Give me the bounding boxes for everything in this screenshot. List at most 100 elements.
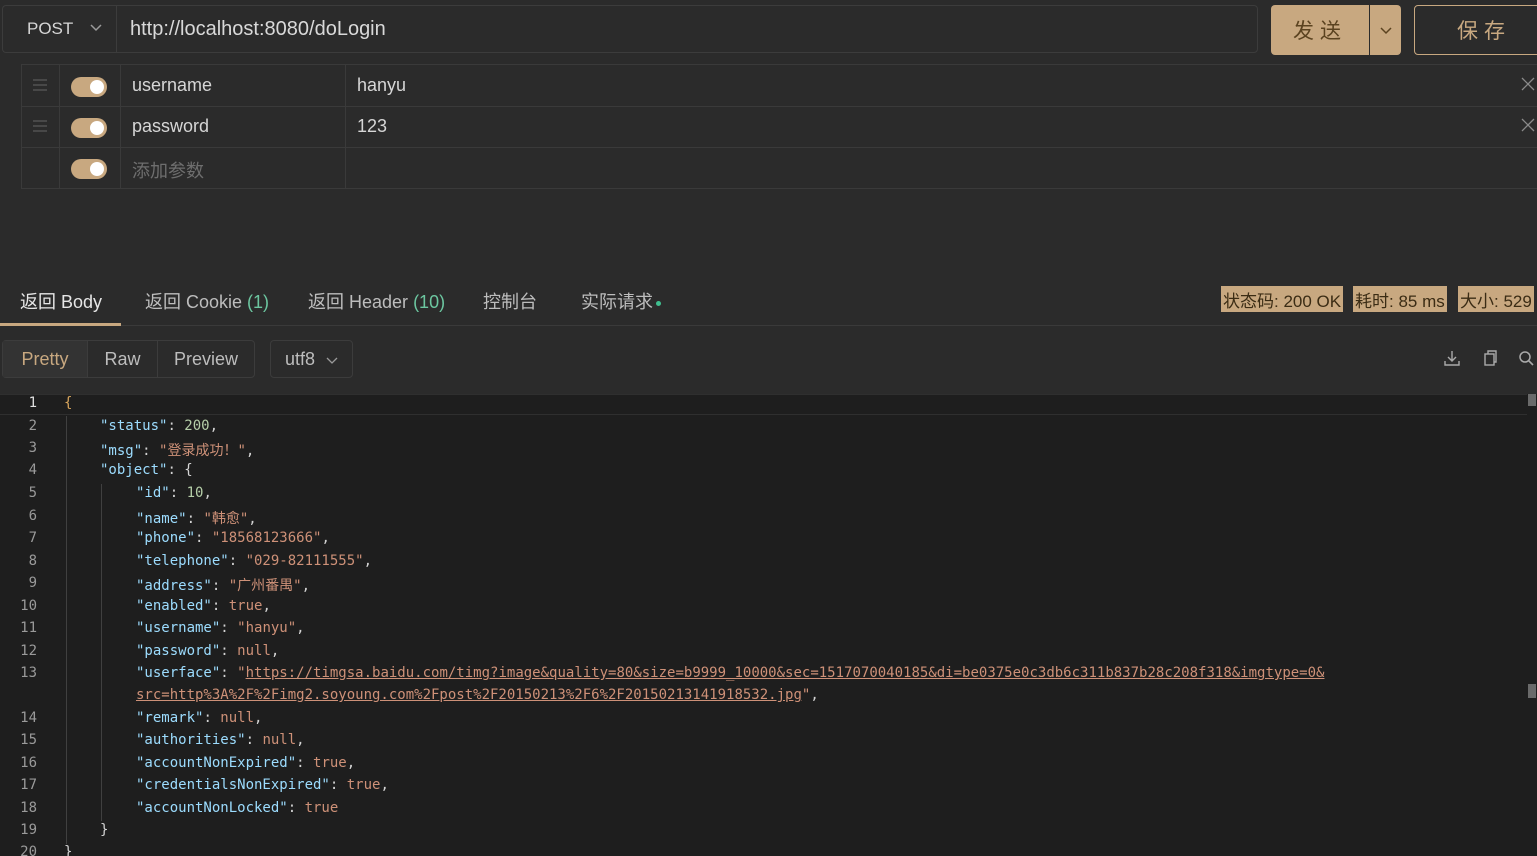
size-badge: 大小: 529 [1458, 286, 1534, 312]
json-string: null [237, 643, 271, 659]
code-line: "msg": "登录成功！", [100, 440, 254, 460]
json-punct: , [380, 777, 389, 793]
json-string: true [346, 777, 381, 793]
param-key: username [132, 75, 213, 95]
param-row-new: 添加参数 [21, 147, 1537, 189]
close-icon[interactable] [1521, 118, 1535, 132]
line-number: 16 [20, 755, 37, 771]
chevron-down-icon [1379, 27, 1392, 35]
line-number: 19 [20, 822, 37, 838]
json-key: "password" [136, 643, 221, 659]
response-body-editor[interactable]: 1 {2 "status": 200, 3 "msg": "登录成功！", 4 "objec… [0, 394, 1537, 856]
json-punct: , [301, 578, 311, 594]
json-key: "credentialsNonExpired" [136, 777, 330, 793]
param-enabled-toggle[interactable] [71, 118, 107, 138]
indent-guide [66, 416, 67, 844]
json-string: "韩愈" [203, 511, 249, 527]
search-icon[interactable] [1517, 349, 1535, 367]
active-tab-indicator [0, 323, 121, 326]
line-number: 4 [28, 462, 37, 478]
json-string: null [220, 710, 255, 726]
status-dot-icon [656, 300, 661, 306]
json-string: "广州番禺" [228, 578, 302, 594]
json-punct: : [167, 462, 185, 478]
code-line: "phone": "18568123666", [136, 530, 330, 546]
close-icon[interactable] [1521, 77, 1535, 91]
view-pretty-button[interactable]: Pretty [3, 341, 87, 377]
json-punct: } [64, 844, 73, 856]
json-punct: , [321, 530, 330, 546]
json-key: "authorities" [136, 732, 246, 748]
line-number: 8 [28, 553, 37, 569]
json-punct: , [245, 443, 255, 459]
code-line: { [64, 395, 72, 411]
param-enabled-toggle[interactable] [71, 159, 107, 179]
tab-cookie[interactable]: 返回 Cookie (1) [145, 288, 269, 314]
json-string: "029-82111555" [245, 553, 364, 569]
code-line: } [64, 844, 72, 856]
line-number: 20 [20, 844, 37, 856]
json-punct: , [363, 553, 373, 569]
line-number: 17 [20, 777, 37, 793]
method-label: POST [27, 19, 74, 38]
copy-icon[interactable] [1480, 349, 1498, 367]
param-key: password [132, 116, 210, 136]
json-key: "status" [100, 418, 168, 434]
line-number: 5 [28, 485, 37, 501]
code-line: src=http%3A%2F%2Fimg2.soyoung.com%2Fpost… [136, 687, 819, 703]
line-number: 6 [28, 508, 37, 524]
drag-handle-icon[interactable] [33, 79, 47, 91]
param-key-field[interactable]: username [121, 65, 346, 106]
tab-header[interactable]: 返回 Header (10) [308, 288, 445, 314]
param-value-field[interactable]: hanyu [346, 65, 1537, 106]
url-input[interactable]: http://localhost:8080/doLogin [116, 5, 1258, 53]
tab-console[interactable]: 控制台 [483, 288, 537, 314]
json-punct: , [209, 418, 219, 434]
view-preview-button[interactable]: Preview [158, 341, 254, 377]
add-param-field[interactable]: 添加参数 [121, 147, 346, 188]
json-punct: , [270, 643, 280, 659]
json-string: " [237, 665, 246, 681]
drag-handle-icon[interactable] [33, 120, 47, 132]
download-icon[interactable] [1443, 349, 1461, 367]
send-options-button[interactable] [1370, 5, 1401, 55]
line-number: 7 [28, 530, 37, 546]
code-line: "name": "韩愈", [136, 508, 257, 528]
json-punct: : [169, 485, 187, 501]
send-button[interactable]: 发送 [1271, 5, 1369, 55]
method-select[interactable]: POST [2, 5, 116, 53]
code-line: "id": 10, [136, 485, 212, 501]
param-value-field[interactable] [346, 147, 1537, 188]
json-punct: : [220, 643, 238, 659]
save-button[interactable]: 保存 [1414, 5, 1537, 55]
json-punct: : [287, 800, 305, 816]
json-key: "enabled" [136, 598, 212, 614]
line-number: 2 [28, 418, 37, 434]
chevron-down-icon [326, 357, 338, 364]
scrollbar[interactable] [1527, 394, 1537, 856]
param-value-field[interactable]: 123 [346, 106, 1537, 147]
view-raw-button[interactable]: Raw [88, 341, 157, 377]
json-string: true [313, 755, 347, 771]
line-number: 1 [28, 395, 37, 411]
json-punct: : [167, 418, 185, 434]
tab-body[interactable]: 返回 Body [20, 288, 102, 314]
indent-guide [101, 484, 102, 821]
param-enabled-toggle[interactable] [71, 77, 107, 97]
line-number: 10 [20, 598, 37, 614]
code-line: "password": null, [136, 643, 279, 659]
json-punct: : [228, 553, 246, 569]
tab-actual-request[interactable]: 实际请求 [581, 288, 661, 314]
line-number: 12 [20, 643, 37, 659]
line-number: 15 [20, 732, 37, 748]
encoding-select[interactable]: utf8 [270, 340, 353, 378]
scrollbar-thumb[interactable] [1528, 684, 1536, 698]
json-punct: , [810, 687, 819, 703]
code-line: "userface": "https://timgsa.baidu.com/ti… [136, 665, 1324, 681]
json-punct: : [195, 530, 212, 546]
json-punct: : [296, 755, 314, 771]
line-number: 9 [28, 575, 37, 591]
json-punct: , [296, 732, 305, 748]
param-key-field[interactable]: password [121, 106, 346, 147]
url-value: http://localhost:8080/doLogin [130, 17, 386, 40]
